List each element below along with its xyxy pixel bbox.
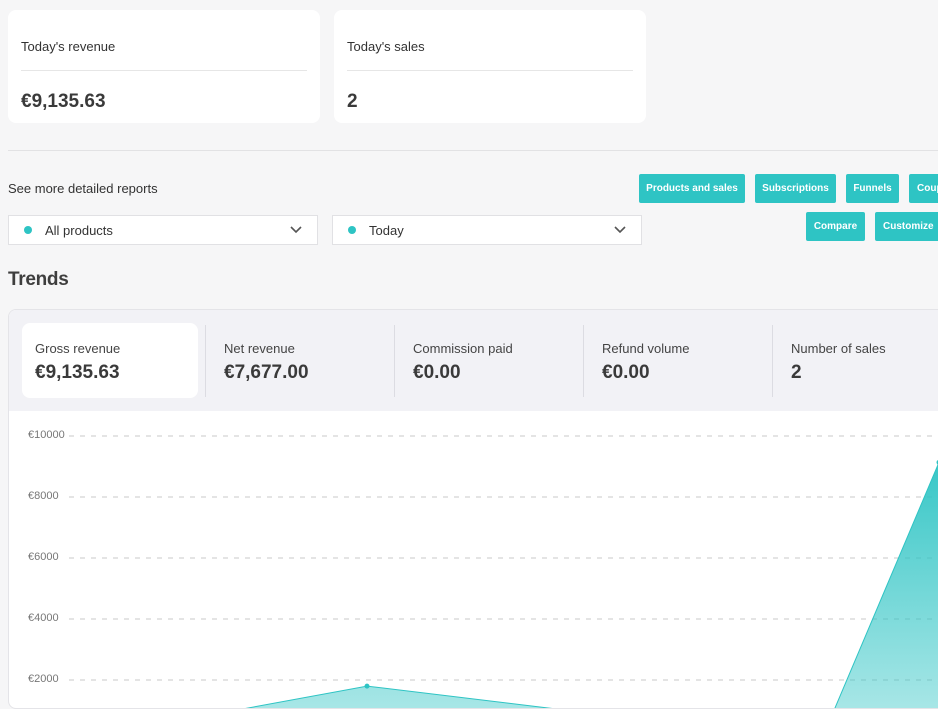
card-value: €9,135.63 (21, 91, 106, 113)
card-label: Today's sales (347, 39, 425, 54)
y-tick-label: €2000 (28, 673, 59, 685)
data-point (365, 684, 370, 689)
y-tick-label: €10000 (28, 429, 65, 441)
product-filter-select[interactable]: All products (8, 215, 318, 245)
status-dot-icon (348, 226, 356, 234)
section-divider (8, 150, 938, 151)
revenue-area-series (69, 462, 938, 709)
period-filter-select[interactable]: Today (332, 215, 642, 245)
chevron-down-icon (613, 225, 627, 235)
customize-button[interactable]: Customize (875, 212, 938, 241)
y-tick-label: €4000 (28, 612, 59, 624)
compare-button[interactable]: Compare (806, 212, 865, 241)
trends-title: Trends (8, 269, 69, 291)
y-tick-label: €6000 (28, 551, 59, 563)
status-dot-icon (24, 226, 32, 234)
chevron-down-icon (289, 225, 303, 235)
reports-label: See more detailed reports (8, 181, 158, 196)
card-label: Today's revenue (21, 39, 115, 54)
coupons-button[interactable]: Coupons (909, 174, 938, 203)
todays-sales-card: Today's sales 2 (334, 10, 646, 123)
card-value: 2 (347, 91, 358, 113)
subscriptions-button[interactable]: Subscriptions (755, 174, 836, 203)
todays-revenue-card: Today's revenue €9,135.63 (8, 10, 320, 123)
y-tick-label: €8000 (28, 490, 59, 502)
card-divider (347, 70, 633, 71)
product-filter-value: All products (45, 223, 289, 238)
funnels-button[interactable]: Funnels (846, 174, 899, 203)
period-filter-value: Today (369, 223, 613, 238)
trends-panel: Gross revenue €9,135.63 Net revenue €7,6… (8, 309, 938, 709)
card-divider (21, 70, 307, 71)
trend-chart (9, 310, 938, 709)
products-and-sales-button[interactable]: Products and sales (639, 174, 745, 203)
